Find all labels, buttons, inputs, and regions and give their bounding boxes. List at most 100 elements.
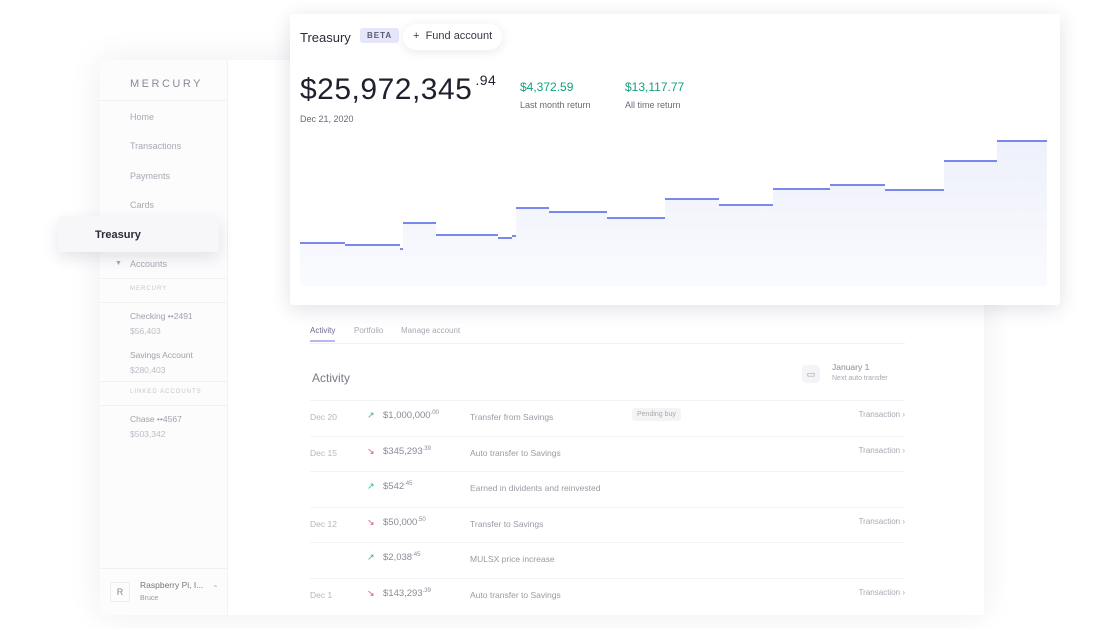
account-name: Savings Account xyxy=(130,350,193,360)
balance-whole: $25,972,345 xyxy=(300,73,473,106)
nav-accounts[interactable]: Accounts xyxy=(130,259,167,269)
amount-whole: $1,000,000 xyxy=(383,410,431,422)
amount-cents: .45 xyxy=(412,552,421,559)
page-title: Treasury xyxy=(300,30,351,45)
account-savings[interactable]: Savings Account $280,403 xyxy=(130,348,193,378)
section-mercury: MERCURY xyxy=(130,286,168,292)
amount-whole: $2,038 xyxy=(383,552,413,564)
balance-chart xyxy=(300,140,1047,286)
activity-row[interactable]: Dec 12 ↘ $50,000.50 Transfer to Savings Tran… xyxy=(310,506,905,542)
nav-cards[interactable]: Cards xyxy=(130,200,154,210)
arrow-up-right-icon: ↗ xyxy=(367,552,375,563)
activity-row[interactable]: Dec 1 ↘ $143,293.39 Auto transfer to Saving… xyxy=(310,578,905,613)
transaction-link[interactable]: Transaction › xyxy=(859,517,905,526)
row-description: Auto transfer to Savings xyxy=(470,590,561,600)
caret-down-icon[interactable]: ▼ xyxy=(115,260,122,267)
section-linked: LINKED ACCOUNTS xyxy=(130,389,202,395)
divider xyxy=(310,400,905,401)
chevron-right-icon: › xyxy=(902,516,905,526)
row-date: Dec 20 xyxy=(310,412,337,422)
account-name: Checking ••2491 xyxy=(130,311,193,321)
tab-activity[interactable]: Activity xyxy=(310,326,336,342)
account-balance: $280,403 xyxy=(130,365,166,375)
activity-row[interactable]: ↗ $2,038.45 MULSX price increase xyxy=(310,542,905,577)
stat-value: $4,372.59 xyxy=(520,80,574,94)
amount-cents: .45 xyxy=(404,481,413,488)
activity-title: Activity xyxy=(312,371,351,385)
arrow-up-right-icon: ↗ xyxy=(367,481,375,492)
divider xyxy=(310,542,905,544)
divider xyxy=(310,471,905,473)
arrow-down-right-icon: ↘ xyxy=(367,516,375,527)
balance-date: Dec 21, 2020 xyxy=(300,114,354,124)
fund-account-button[interactable]: + Fund account xyxy=(403,24,502,50)
amount-cents: .39 xyxy=(422,588,431,594)
row-description: Auto transfer to Savings xyxy=(470,447,561,458)
stat-value: $13,117.77 xyxy=(625,80,685,94)
divider xyxy=(310,435,905,437)
account-balance: $503,342 xyxy=(130,429,166,439)
account-checking[interactable]: Checking ••2491 $56,403 xyxy=(130,309,193,339)
tab-portfolio[interactable]: Portfolio xyxy=(354,326,383,335)
treasury-card: Treasury BETA + Fund account $25,972,345… xyxy=(290,14,1060,305)
row-description: Earned in dividents and reinvested xyxy=(470,483,601,494)
row-amount: $2,038.45 xyxy=(383,552,420,563)
row-amount: $143,293.39 xyxy=(383,588,431,599)
amount-whole: $542 xyxy=(383,481,405,493)
activity-row[interactable]: Dec 20 ↗ $1,000,000.00 Transfer from Saving… xyxy=(310,400,905,435)
activity-row[interactable]: Dec 15 ↘ $345,293.39 Auto transfer to Savin… xyxy=(310,435,905,471)
beta-badge: BETA xyxy=(360,28,400,43)
nav-payments[interactable]: Payments xyxy=(130,171,170,181)
chevron-right-icon: › xyxy=(902,445,905,455)
row-amount: $50,000.50 xyxy=(383,517,426,528)
amount-cents: .50 xyxy=(417,516,426,523)
brand-logo: MERCURY xyxy=(130,78,203,90)
account-balance: $56,403 xyxy=(130,326,161,336)
nav-treasury[interactable]: Treasury xyxy=(58,216,219,252)
divider xyxy=(310,578,905,579)
balance-cents: .94 xyxy=(475,72,497,88)
stat-label: All time return xyxy=(625,100,681,110)
amount-whole: $345,293 xyxy=(383,445,423,457)
balance: $25,972,345.94 xyxy=(300,72,496,107)
next-transfer-label: Next auto transfer xyxy=(832,375,888,382)
chart-area xyxy=(300,141,1047,286)
nav-home[interactable]: Home xyxy=(130,112,154,122)
row-amount: $345,293.39 xyxy=(383,446,431,457)
divider xyxy=(310,506,905,508)
link-label: Transaction xyxy=(858,410,901,419)
link-label: Transaction xyxy=(858,516,901,526)
account-name: Chase ••4567 xyxy=(130,414,182,424)
chevron-right-icon: › xyxy=(902,410,905,419)
user-switcher[interactable]: R Raspberry Pi, I... Bruce ⌃ xyxy=(100,568,228,613)
tab-manage-account[interactable]: Manage account xyxy=(401,326,460,335)
row-amount: $1,000,000.00 xyxy=(383,410,439,421)
row-date: Dec 15 xyxy=(310,447,337,458)
amount-cents: .39 xyxy=(422,445,431,452)
row-date: Dec 12 xyxy=(310,518,337,529)
amount-whole: $143,293 xyxy=(383,588,423,600)
transaction-link[interactable]: Transaction › xyxy=(859,446,905,455)
org-name: Raspberry Pi, I... xyxy=(140,580,204,590)
activity-row[interactable]: ↗ $542.45 Earned in dividents and reinvest… xyxy=(310,471,905,506)
amount-whole: $50,000 xyxy=(383,516,418,528)
calendar-icon: ▭ xyxy=(802,365,820,383)
account-chase[interactable]: Chase ••4567 $503,342 xyxy=(130,412,182,442)
row-description: Transfer from Savings xyxy=(470,412,554,422)
row-date: Dec 1 xyxy=(310,590,333,600)
chevron-right-icon: › xyxy=(902,588,905,597)
plus-icon: + xyxy=(413,30,420,42)
status-badge: Pending buy xyxy=(632,408,681,421)
transaction-link[interactable]: Transaction › xyxy=(859,588,905,597)
stat-label: Last month return xyxy=(520,100,591,110)
amount-cents: .00 xyxy=(430,410,439,416)
nav-transactions[interactable]: Transactions xyxy=(130,141,181,151)
transaction-link[interactable]: Transaction › xyxy=(859,410,905,419)
row-description: MULSX price increase xyxy=(470,554,555,565)
stat-all-time: $13,117.77 All time return xyxy=(625,80,684,110)
avatar: R xyxy=(110,582,130,602)
next-transfer-date: January 1 xyxy=(832,362,870,372)
fund-account-label: Fund account xyxy=(425,30,493,42)
row-description: Transfer to Savings xyxy=(470,518,544,529)
arrow-down-right-icon: ↘ xyxy=(367,588,375,598)
